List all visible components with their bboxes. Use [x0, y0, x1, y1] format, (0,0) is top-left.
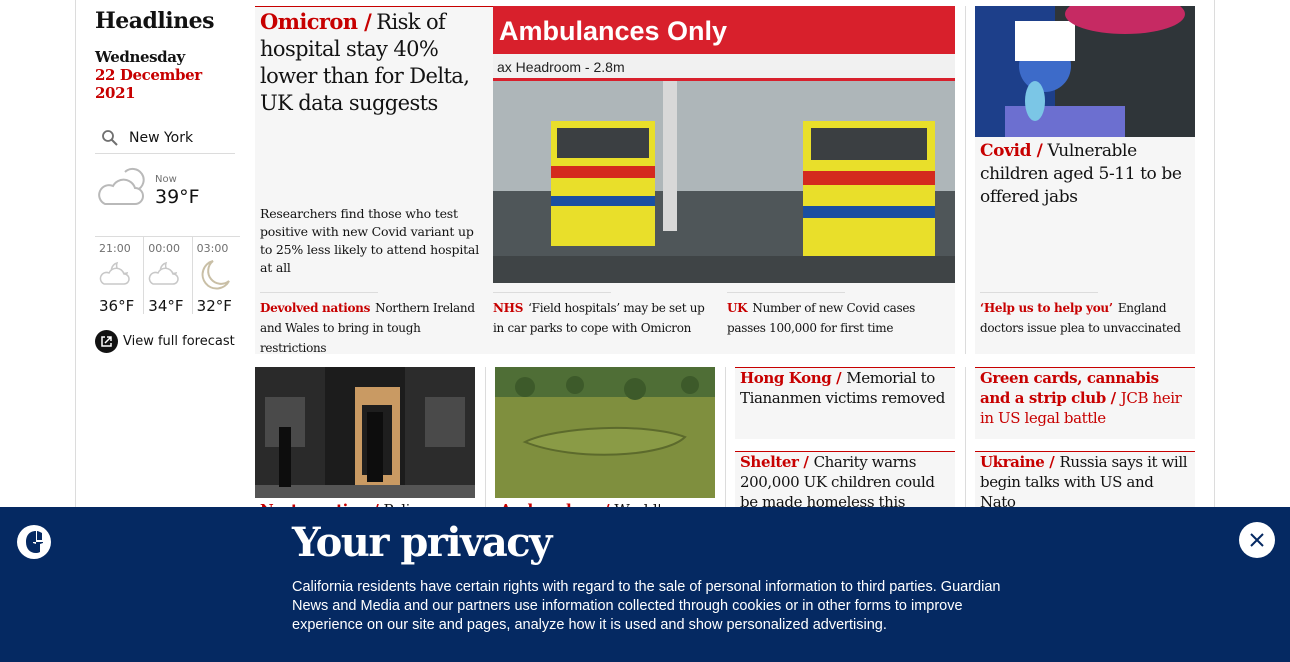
- close-button[interactable]: [1239, 522, 1275, 558]
- lead-standfirst: Researchers find those who test positive…: [260, 206, 479, 275]
- partly-cloudy-icon: [98, 167, 145, 205]
- shelter-kicker: Shelter /: [740, 453, 809, 471]
- sublink-kicker: ‘Help us to help you’: [980, 301, 1113, 315]
- column-divider: [725, 367, 726, 507]
- sublink-nhs[interactable]: NHS ‘Field hospitals’ may be set up in c…: [493, 292, 717, 337]
- sublink-help-us[interactable]: ‘Help us to help you’ England doctors is…: [980, 292, 1190, 337]
- divider: [980, 292, 1098, 293]
- covid-kicker: Covid /: [980, 141, 1043, 161]
- sublink-kicker: UK: [727, 301, 748, 315]
- column-divider: [965, 367, 966, 507]
- forecast-slot: 00:00 34°F: [143, 237, 191, 315]
- greencards-headline[interactable]: Green cards, cannabis and a strip club /…: [980, 368, 1192, 428]
- sublink-uk[interactable]: UK Number of new Covid cases passes 100,…: [727, 292, 937, 337]
- ambulance-sign-text: Ambulances Only: [499, 16, 727, 46]
- partly-cloudy-night-icon: [149, 261, 179, 285]
- forecast-slot: 03:00 32°F: [191, 237, 240, 315]
- moon-icon: [201, 260, 230, 290]
- privacy-body: California residents have certain rights…: [292, 579, 1001, 633]
- divider: [493, 292, 611, 293]
- section-title: Headlines: [95, 8, 215, 34]
- downing-street-image[interactable]: [255, 367, 475, 498]
- ukraine-kicker: Ukraine /: [980, 453, 1055, 471]
- search-icon: [102, 129, 118, 146]
- weather-now-label: Now: [155, 174, 177, 185]
- forecast-temp: 34°F: [148, 297, 184, 315]
- sublink-kicker: NHS: [493, 301, 524, 315]
- lead-image[interactable]: Ambulances Only ax Headroom - 2.8m: [493, 6, 955, 283]
- forecast-temp: 32°F: [196, 297, 232, 315]
- downing-street-photo: [255, 367, 475, 498]
- sublink-text: ‘Field hospitals’ may be set up in car p…: [493, 301, 705, 335]
- divider: [727, 292, 845, 293]
- view-full-forecast-link[interactable]: View full forecast: [95, 330, 235, 353]
- hongkong-headline[interactable]: Hong Kong / Memorial to Tiananmen victim…: [740, 368, 950, 408]
- external-link-icon: [95, 330, 118, 353]
- sublink-kicker: Devolved nations: [260, 301, 371, 315]
- sublink-devolved[interactable]: Devolved nations Northern Ireland and Wa…: [260, 292, 484, 357]
- weather-location-label: New York: [129, 129, 194, 146]
- column-divider: [485, 367, 486, 507]
- aerial-field-photo: [495, 367, 715, 498]
- shelter-headline[interactable]: Shelter / Charity warns 200,000 UK child…: [740, 452, 950, 512]
- sublink-text: Number of new Covid cases passes 100,000…: [727, 301, 916, 335]
- ambulance-photo: Ambulances Only ax Headroom - 2.8m: [493, 6, 955, 283]
- lead-kicker: Omicron /: [260, 9, 372, 34]
- archaeology-image[interactable]: [495, 367, 715, 498]
- weather-location-field[interactable]: New York: [95, 122, 235, 154]
- headroom-sign-text: ax Headroom - 2.8m: [497, 59, 625, 75]
- date-day: Wednesday: [95, 48, 185, 66]
- column-divider: [965, 6, 966, 354]
- close-icon: [1250, 533, 1264, 547]
- divider: [260, 292, 378, 293]
- privacy-title: Your privacy: [292, 519, 552, 566]
- weather-forecast: 21:00 36°F 00:00 34°F 03:00 32°F: [95, 236, 240, 315]
- weather-now-temp: 39°F: [155, 186, 200, 208]
- lead-headline[interactable]: Omicron / Risk of hospital stay 40% lowe…: [260, 8, 488, 117]
- forecast-time: 00:00: [148, 242, 180, 255]
- forecast-temp: 36°F: [99, 297, 135, 315]
- vaccination-photo: [975, 6, 1195, 137]
- covid-headline[interactable]: Covid / Vulnerable children aged 5-11 to…: [980, 140, 1192, 209]
- guardian-logo-icon: [17, 525, 51, 559]
- hongkong-kicker: Hong Kong /: [740, 369, 842, 387]
- weather-now: Now 39°F: [95, 158, 235, 230]
- partly-cloudy-night-icon: [99, 261, 130, 285]
- privacy-banner: Your privacy California residents have c…: [0, 507, 1290, 662]
- ukraine-headline[interactable]: Ukraine / Russia says it will begin talk…: [980, 452, 1190, 512]
- forecast-time: 03:00: [196, 242, 229, 255]
- covid-image[interactable]: [975, 6, 1195, 137]
- date-full: 22 December 2021: [95, 66, 202, 102]
- forecast-slot: 21:00 36°F: [95, 237, 143, 315]
- forecast-time: 21:00: [99, 242, 131, 255]
- view-full-forecast-label: View full forecast: [123, 334, 235, 349]
- left-rail: Headlines Wednesday 22 December 2021 New…: [95, 8, 240, 353]
